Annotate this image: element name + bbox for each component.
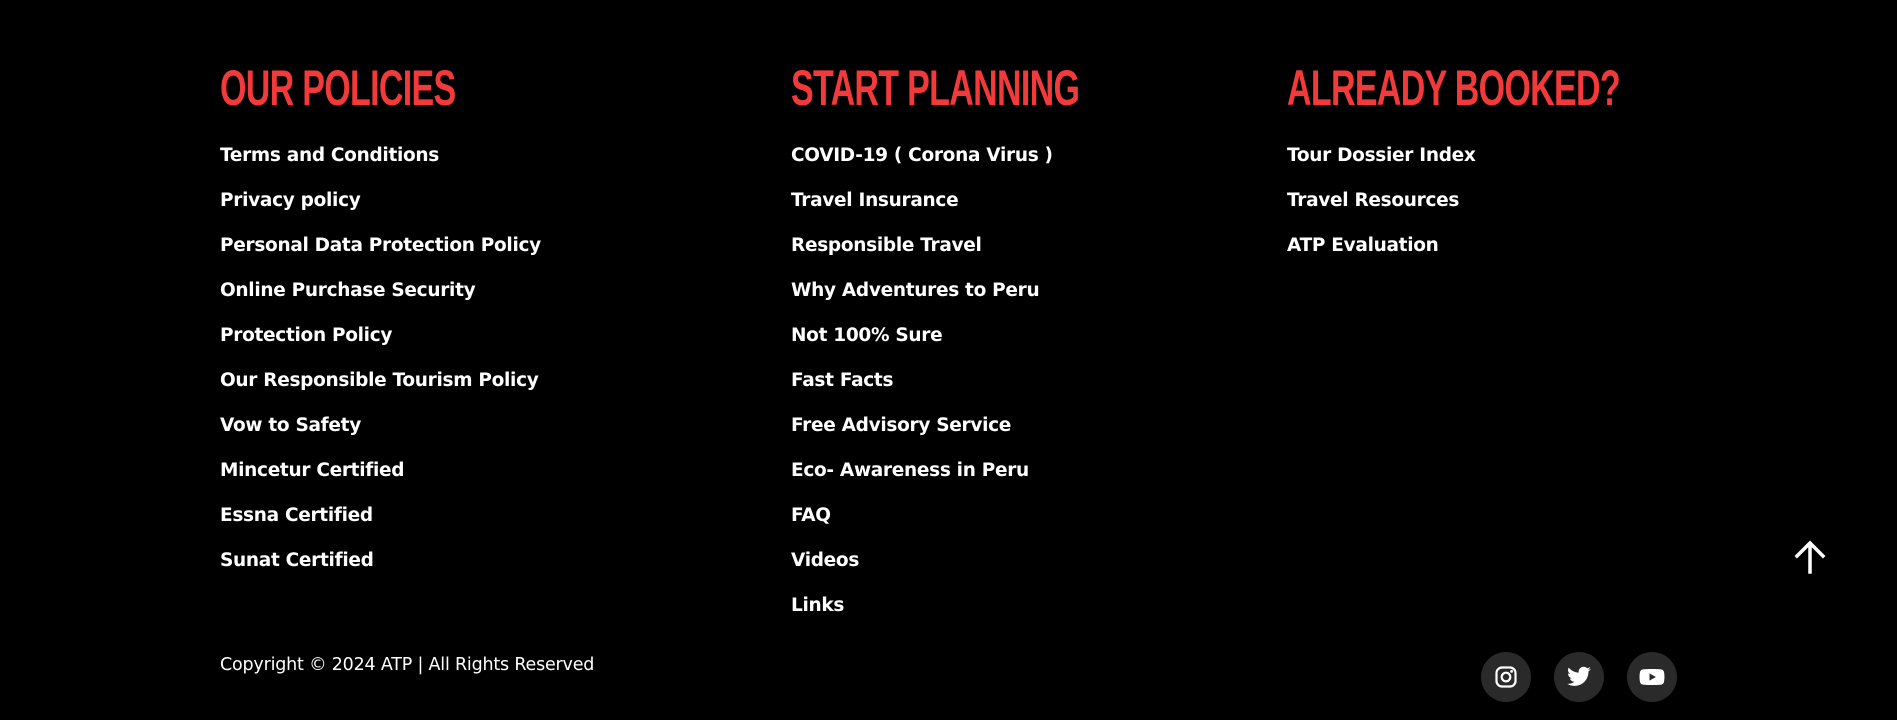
list-item: Personal Data Protection Policy [220, 236, 566, 281]
link-sunat-certified[interactable]: Sunat Certified [220, 550, 374, 571]
link-essna-certified[interactable]: Essna Certified [220, 505, 373, 526]
link-not-100-sure[interactable]: Not 100% Sure [791, 325, 943, 346]
list-item: Fast Facts [791, 371, 1215, 416]
link-covid-19[interactable]: COVID-19 ( Corona Virus ) [791, 145, 1053, 166]
site-footer: OUR POLICIES Terms and Conditions Privac… [0, 0, 1897, 720]
instagram-icon [1495, 666, 1517, 688]
list-item: Tour Dossier Index [1287, 146, 1777, 191]
link-protection-policy[interactable]: Protection Policy [220, 325, 392, 346]
planning-heading: START PLANNING [791, 60, 1080, 116]
list-item: Free Advisory Service [791, 416, 1215, 461]
list-item: FAQ [791, 506, 1215, 551]
twitter-icon [1567, 666, 1591, 686]
link-privacy-policy[interactable]: Privacy policy [220, 190, 361, 211]
link-terms-and-conditions[interactable]: Terms and Conditions [220, 145, 439, 166]
twitter-button[interactable] [1554, 652, 1604, 702]
link-online-purchase-security[interactable]: Online Purchase Security [220, 280, 476, 301]
social-links [1481, 652, 1677, 702]
booked-heading: ALREADY BOOKED? [1287, 60, 1621, 116]
list-item: Not 100% Sure [791, 326, 1215, 371]
planning-links: COVID-19 ( Corona Virus ) Travel Insuran… [791, 146, 1215, 641]
list-item: ATP Evaluation [1287, 236, 1777, 281]
arrow-up-icon [1794, 540, 1826, 574]
planning-column: START PLANNING COVID-19 ( Corona Virus )… [791, 58, 1215, 641]
link-eco-awareness-in-peru[interactable]: Eco- Awareness in Peru [791, 460, 1029, 481]
link-links[interactable]: Links [791, 595, 844, 616]
youtube-button[interactable] [1627, 652, 1677, 702]
youtube-icon [1639, 668, 1665, 686]
link-personal-data-protection-policy[interactable]: Personal Data Protection Policy [220, 235, 541, 256]
list-item: Travel Insurance [791, 191, 1215, 236]
list-item: Our Responsible Tourism Policy [220, 371, 566, 416]
link-free-advisory-service[interactable]: Free Advisory Service [791, 415, 1011, 436]
list-item: Mincetur Certified [220, 461, 566, 506]
list-item: Responsible Travel [791, 236, 1215, 281]
list-item: Eco- Awareness in Peru [791, 461, 1215, 506]
link-faq[interactable]: FAQ [791, 505, 831, 526]
link-travel-resources[interactable]: Travel Resources [1287, 190, 1459, 211]
link-fast-facts[interactable]: Fast Facts [791, 370, 894, 391]
link-responsible-travel[interactable]: Responsible Travel [791, 235, 982, 256]
list-item: Sunat Certified [220, 551, 566, 596]
list-item: Why Adventures to Peru [791, 281, 1215, 326]
policies-heading: OUR POLICIES [220, 60, 456, 116]
booked-links: Tour Dossier Index Travel Resources ATP … [1287, 146, 1777, 281]
link-vow-to-safety[interactable]: Vow to Safety [220, 415, 361, 436]
link-why-adventures-to-peru[interactable]: Why Adventures to Peru [791, 280, 1040, 301]
instagram-button[interactable] [1481, 652, 1531, 702]
list-item: Protection Policy [220, 326, 566, 371]
list-item: Links [791, 596, 1215, 641]
policies-links: Terms and Conditions Privacy policy Pers… [220, 146, 566, 596]
list-item: Vow to Safety [220, 416, 566, 461]
link-atp-evaluation[interactable]: ATP Evaluation [1287, 235, 1439, 256]
list-item: COVID-19 ( Corona Virus ) [791, 146, 1215, 191]
link-mincetur-certified[interactable]: Mincetur Certified [220, 460, 405, 481]
list-item: Terms and Conditions [220, 146, 566, 191]
list-item: Travel Resources [1287, 191, 1777, 236]
scroll-to-top-button[interactable] [1790, 537, 1830, 577]
list-item: Privacy policy [220, 191, 566, 236]
booked-column: ALREADY BOOKED? Tour Dossier Index Trave… [1287, 58, 1777, 281]
policies-column: OUR POLICIES Terms and Conditions Privac… [220, 58, 566, 596]
list-item: Online Purchase Security [220, 281, 566, 326]
copyright-text: Copyright © 2024 ATP | All Rights Reserv… [220, 655, 595, 675]
list-item: Videos [791, 551, 1215, 596]
link-responsible-tourism-policy[interactable]: Our Responsible Tourism Policy [220, 370, 539, 391]
link-tour-dossier-index[interactable]: Tour Dossier Index [1287, 145, 1476, 166]
link-videos[interactable]: Videos [791, 550, 859, 571]
link-travel-insurance[interactable]: Travel Insurance [791, 190, 959, 211]
list-item: Essna Certified [220, 506, 566, 551]
